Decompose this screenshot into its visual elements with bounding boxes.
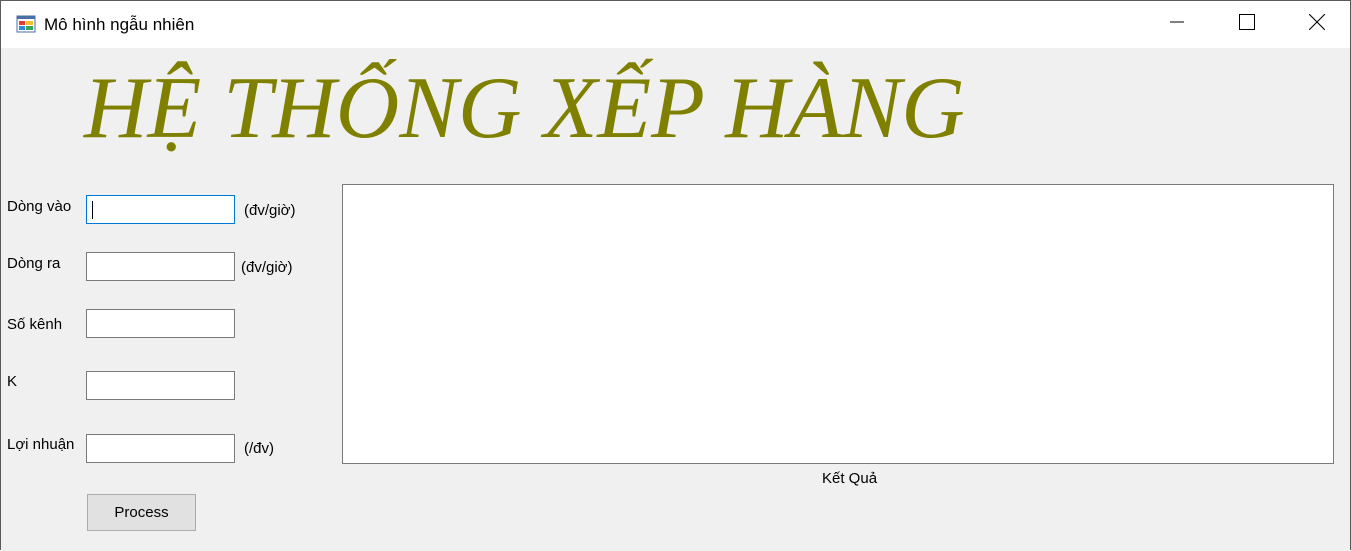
result-textbox[interactable] — [342, 184, 1334, 464]
app-form-icon — [16, 14, 36, 34]
process-button[interactable]: Process — [87, 494, 196, 531]
text-caret — [92, 201, 93, 219]
profit-unit: (/đv) — [244, 440, 274, 457]
profit-input[interactable] — [86, 434, 235, 463]
result-label: Kết Quả — [822, 470, 878, 487]
window-title: Mô hình ngẫu nhiên — [44, 15, 195, 34]
inflow-input[interactable] — [86, 195, 235, 224]
minimize-icon — [1170, 15, 1184, 34]
close-icon — [1308, 13, 1326, 35]
maximize-button[interactable] — [1212, 1, 1282, 48]
profit-label: Lợi nhuận — [7, 436, 75, 453]
minimize-button[interactable] — [1142, 1, 1212, 48]
title-bar[interactable]: Mô hình ngẫu nhiên — [1, 1, 1350, 48]
maximize-icon — [1239, 14, 1255, 35]
inflow-unit: (đv/giờ) — [244, 202, 296, 219]
k-input[interactable] — [86, 371, 235, 400]
channels-input[interactable] — [86, 309, 235, 338]
inflow-label: Dòng vào — [7, 198, 72, 215]
k-label: K — [7, 373, 18, 390]
main-window: Mô hình ngẫu nhiên HỆ THỐNG XẾP HÀNG Dòn… — [0, 0, 1351, 551]
banner-title: HỆ THỐNG XẾP HÀNG — [84, 60, 965, 157]
close-button[interactable] — [1282, 1, 1351, 48]
outflow-unit: (đv/giờ) — [241, 259, 293, 276]
outflow-label: Dòng ra — [7, 255, 61, 272]
channels-label: Số kênh — [7, 316, 63, 333]
form-client-area: HỆ THỐNG XẾP HÀNG Dòng vào (đv/giờ) Dòng… — [1, 48, 1350, 551]
outflow-input[interactable] — [86, 252, 235, 281]
